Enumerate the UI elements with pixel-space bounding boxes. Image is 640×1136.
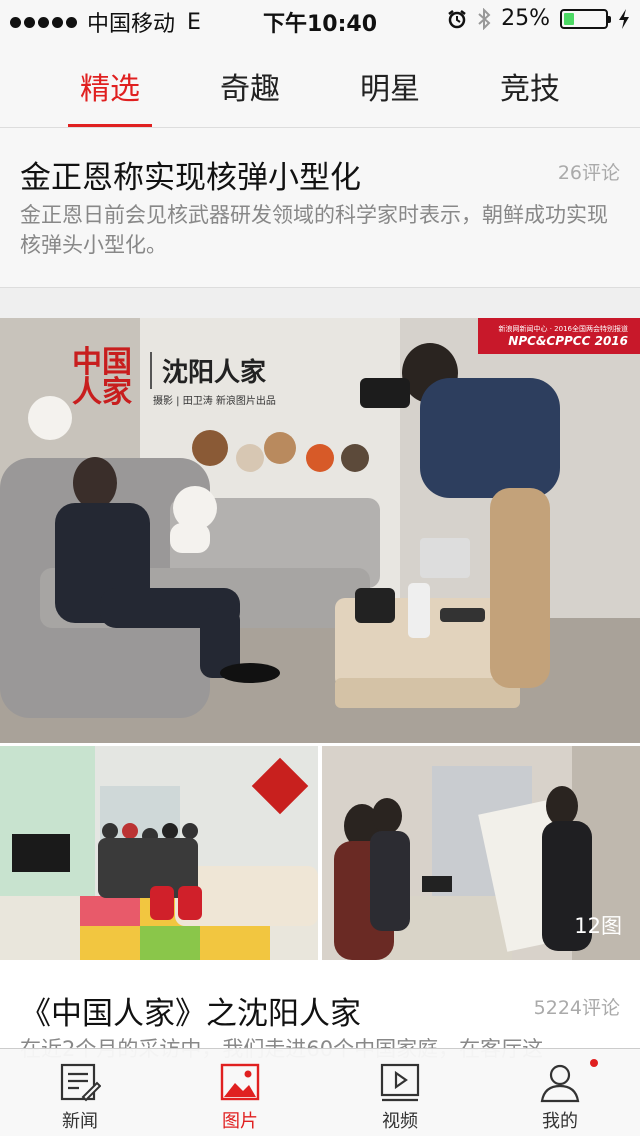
photo-story-title: 《中国人家》之沈阳人家 — [20, 996, 361, 1032]
family-room-photo — [0, 746, 318, 960]
nav-label: 新闻 — [62, 1111, 98, 1132]
nav-news[interactable]: 新闻 — [0, 1049, 160, 1136]
news-title: 金正恩称实现核弹小型化 — [20, 160, 361, 196]
notification-dot — [590, 1059, 598, 1067]
comment-count: 26评论 — [557, 162, 620, 184]
nav-video[interactable]: 视频 — [320, 1049, 480, 1136]
nav-label: 图片 — [222, 1111, 258, 1132]
family-photo[interactable] — [0, 746, 318, 960]
picture-icon — [220, 1063, 260, 1101]
status-bar: 中国移动 E 下午10:40 25% — [0, 0, 640, 40]
status-right: 25% — [447, 6, 630, 31]
photo-story-comment-count: 5224评论 — [533, 997, 620, 1019]
charging-icon — [619, 8, 629, 29]
photo-credit: 摄影 | 田卫涛 新浪图片出品 — [153, 396, 276, 407]
banner-caption: 新浪网新闻中心 · 2016全国两会特别报道 — [498, 325, 629, 333]
tab-jingxuan[interactable]: 精选 — [60, 64, 160, 108]
alarm-icon — [448, 9, 466, 28]
bluetooth-icon — [478, 7, 491, 30]
series-logo: 中国人家 — [72, 345, 132, 410]
tab-mingxing[interactable]: 明星 — [340, 64, 440, 108]
category-tabs: 精选 奇趣 明星 竞技 — [0, 40, 640, 128]
active-tab-indicator — [68, 124, 152, 127]
banner-text: NPC&CPPCC 2016 — [508, 334, 628, 348]
gallery-photo[interactable]: 12图 — [322, 746, 640, 960]
video-icon — [380, 1063, 420, 1102]
nav-label: 我的 — [542, 1111, 578, 1132]
nav-profile[interactable]: 我的 — [480, 1049, 640, 1136]
bottom-nav: 新闻 图片 视频 我的 — [0, 1048, 640, 1136]
tab-jingji[interactable]: 竞技 — [480, 64, 580, 108]
tab-qiqu[interactable]: 奇趣 — [200, 64, 300, 108]
image-count: 12图 — [574, 914, 622, 938]
news-card[interactable]: 金正恩称实现核弹小型化 26评论 金正恩日前会见核武器研发领域的科学家时表示，朝… — [0, 128, 640, 288]
main-photo[interactable]: 中国人家 沈阳人家 摄影 | 田卫涛 新浪图片出品 新浪网新闻中心 · 2016… — [0, 318, 640, 743]
news-icon — [60, 1063, 101, 1102]
nav-pictures[interactable]: 图片 — [160, 1049, 320, 1136]
photo-heading: 沈阳人家 — [150, 352, 266, 389]
profile-icon — [540, 1064, 580, 1103]
battery-icon — [560, 8, 611, 29]
battery-percent: 25% — [501, 6, 550, 31]
news-summary: 金正恩日前会见核武器研发领域的科学家时表示，朝鲜成功实现核弹头小型化。 — [20, 203, 608, 257]
photo-story-card[interactable]: 中国人家 沈阳人家 摄影 | 田卫涛 新浪图片出品 新浪网新闻中心 · 2016… — [0, 318, 640, 1061]
nav-label: 视频 — [382, 1111, 418, 1132]
